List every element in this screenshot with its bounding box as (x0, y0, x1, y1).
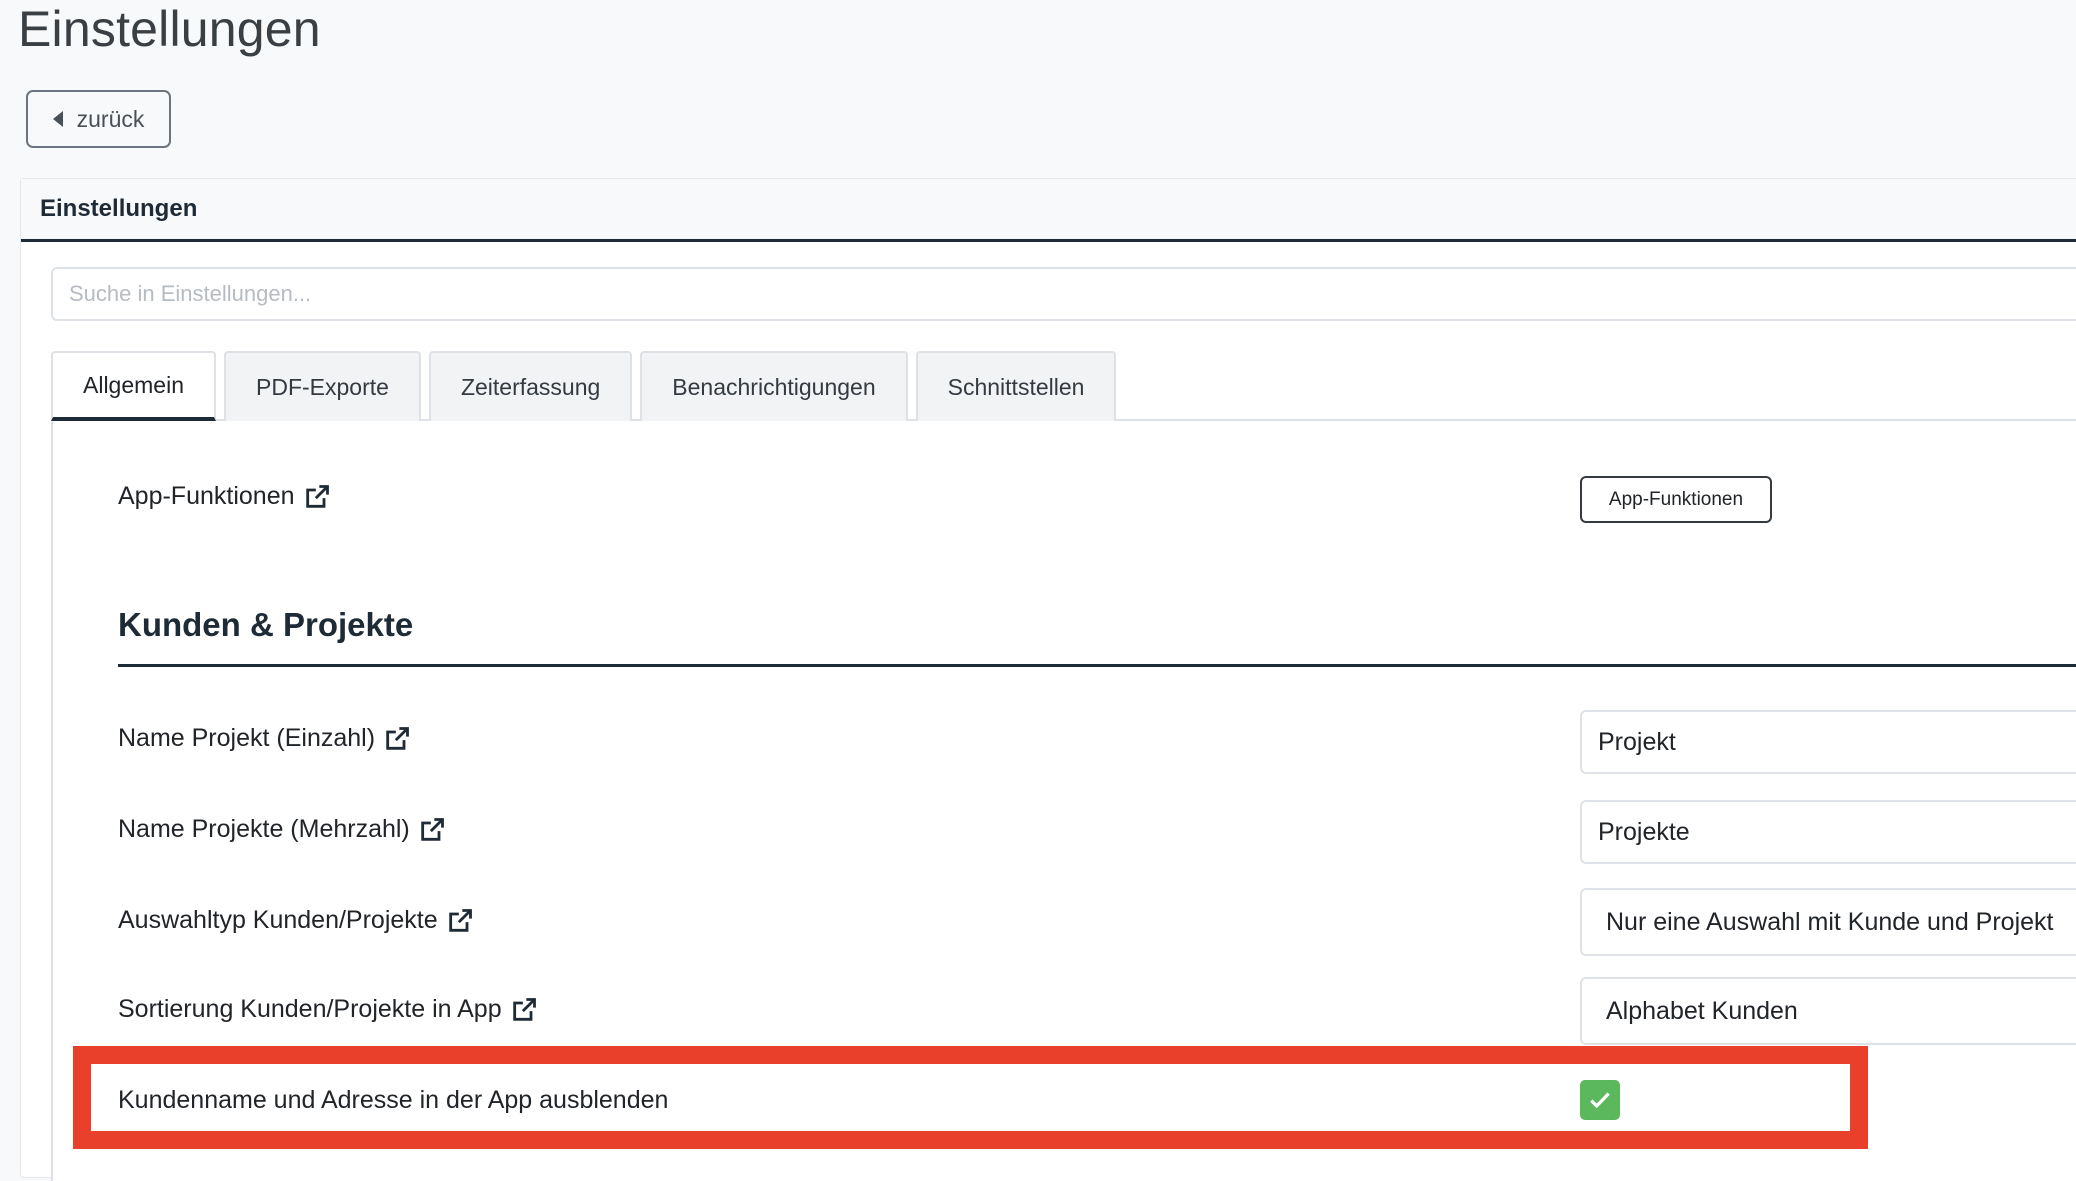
setting-row-label: Sortierung Kunden/Projekte in App (118, 995, 538, 1024)
tab-bar: Allgemein PDF-Exporte Zeiterfassung Bena… (51, 351, 2076, 421)
external-link-icon[interactable] (510, 996, 538, 1024)
project-plural-input[interactable]: Projekte (1580, 800, 2076, 864)
hide-customer-address-checkbox[interactable] (1580, 1080, 1620, 1120)
page-title: Einstellungen (18, 1, 321, 57)
caret-left-icon (52, 111, 63, 127)
setting-row-label: Name Projekt (Einzahl) (118, 724, 411, 753)
setting-label: Name Projekt (Einzahl) (118, 724, 376, 752)
setting-label: Sortierung Kunden/Projekte in App (118, 995, 502, 1023)
setting-row-label: Name Projekte (Mehrzahl) (118, 815, 446, 844)
external-link-icon[interactable] (383, 725, 411, 753)
back-button-label: zurück (76, 105, 145, 132)
external-link-icon[interactable] (418, 816, 446, 844)
setting-label: Auswahltyp Kunden/Projekte (118, 906, 438, 934)
settings-search-input[interactable] (51, 267, 2076, 321)
selection-type-select[interactable]: Nur eine Auswahl mit Kunde und Projekt (1580, 888, 2076, 956)
setting-label: Kundenname und Adresse in der App ausble… (118, 1086, 669, 1114)
back-button[interactable]: zurück (26, 90, 171, 148)
tab-schnittstellen[interactable]: Schnittstellen (915, 351, 1117, 421)
project-singular-input[interactable]: Projekt (1580, 710, 2076, 774)
app-functions-label: App-Funktionen (118, 482, 295, 510)
setting-label: Name Projekte (Mehrzahl) (118, 815, 410, 843)
external-link-icon[interactable] (446, 907, 474, 935)
setting-row-label: Auswahltyp Kunden/Projekte (118, 906, 474, 935)
tab-benachrichtigungen[interactable]: Benachrichtigungen (640, 351, 908, 421)
check-icon (1590, 1092, 1610, 1109)
app-functions-row-label: App-Funktionen (118, 482, 331, 511)
app-functions-button[interactable]: App-Funktionen (1580, 476, 1772, 523)
tab-pdf-exporte[interactable]: PDF-Exporte (224, 351, 421, 421)
tab-allgemein[interactable]: Allgemein (51, 351, 216, 421)
card-header: Einstellungen (21, 179, 2076, 242)
section-title: Kunden & Projekte (118, 606, 414, 643)
sort-order-select[interactable]: Alphabet Kunden (1580, 977, 2076, 1045)
external-link-icon[interactable] (303, 483, 331, 511)
setting-row-label: Kundenname und Adresse in der App ausble… (118, 1086, 668, 1115)
section-divider (118, 664, 2076, 667)
tab-zeiterfassung[interactable]: Zeiterfassung (428, 351, 633, 421)
